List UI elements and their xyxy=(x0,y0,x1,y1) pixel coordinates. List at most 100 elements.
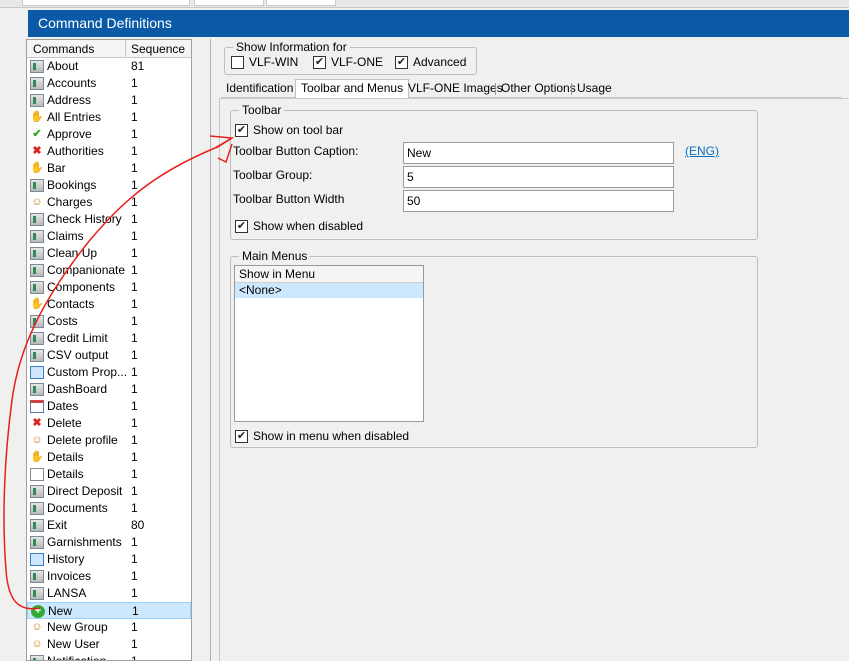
command-row[interactable]: Check History 1 xyxy=(27,211,191,228)
command-sequence: 1 xyxy=(131,348,138,362)
language-link[interactable]: (ENG) xyxy=(685,144,719,158)
command-row[interactable]: Garnishments 1 xyxy=(27,534,191,551)
toolbar-group-input[interactable]: 5 xyxy=(403,166,674,188)
command-row[interactable]: Claims 1 xyxy=(27,228,191,245)
tab-toolbar-and-menus[interactable]: Toolbar and Menus xyxy=(295,79,410,98)
command-icon xyxy=(30,655,44,660)
advanced-label: Advanced xyxy=(413,55,467,69)
command-row[interactable]: About 81 xyxy=(27,58,191,75)
command-row[interactable]: Bookings 1 xyxy=(27,177,191,194)
command-name: Claims xyxy=(47,229,84,243)
new-icon: + xyxy=(31,605,45,618)
command-icon xyxy=(30,519,44,532)
column-header-sequence[interactable]: Sequence xyxy=(127,40,191,58)
command-row[interactable]: ✖ Delete 1 xyxy=(27,415,191,432)
command-row[interactable]: + New 1 xyxy=(27,602,191,619)
command-name: Details xyxy=(47,467,84,481)
command-row[interactable]: History 1 xyxy=(27,551,191,568)
tab-other-options[interactable]: Other Options xyxy=(496,80,581,98)
command-row[interactable]: ✋ Bar 1 xyxy=(27,160,191,177)
command-row[interactable]: Invoices 1 xyxy=(27,568,191,585)
command-row[interactable]: Exit 80 xyxy=(27,517,191,534)
main-menus-list[interactable]: Show in Menu <None> xyxy=(234,265,424,422)
command-icon xyxy=(30,536,44,549)
show-info-group: Show Information for VLF-WIN ✔ VLF-ONE ✔… xyxy=(224,40,477,75)
advanced-checkbox[interactable]: ✔ Advanced xyxy=(395,55,466,69)
command-details-panel: Show Information for VLF-WIN ✔ VLF-ONE ✔… xyxy=(210,39,849,661)
show-on-toolbar-checkbox[interactable]: ✔ Show on tool bar xyxy=(235,123,343,137)
command-row[interactable]: ✖ Authorities 1 xyxy=(27,143,191,160)
main-menus-list-item[interactable]: <None> xyxy=(235,283,423,298)
hand-icon: ✋ xyxy=(30,111,44,123)
commands-list[interactable]: About 81 Accounts 1 Address 1 ✋ All Entries 1 ✔ Ap… xyxy=(27,58,191,660)
command-name: Direct Deposit xyxy=(47,484,123,498)
toolbar-group-label: Toolbar Group: xyxy=(233,168,313,182)
show-info-legend: Show Information for xyxy=(233,40,350,54)
command-row[interactable]: ☺ New Group 1 xyxy=(27,619,191,636)
command-row[interactable]: ✔ Approve 1 xyxy=(27,126,191,143)
command-row[interactable]: Costs 1 xyxy=(27,313,191,330)
command-name: Dates xyxy=(47,399,79,413)
command-icon xyxy=(30,570,44,583)
main-menus-list-header[interactable]: Show in Menu xyxy=(235,266,423,283)
command-sequence: 1 xyxy=(131,450,138,464)
command-row[interactable]: Direct Deposit 1 xyxy=(27,483,191,500)
vlf-one-checkbox[interactable]: ✔ VLF-ONE xyxy=(313,55,383,69)
toolbar-caption-input[interactable]: New xyxy=(403,142,674,164)
command-sequence: 1 xyxy=(132,604,139,618)
command-row[interactable]: ✋ Contacts 1 xyxy=(27,296,191,313)
users-icon: ☺ xyxy=(31,621,43,633)
command-row[interactable]: ☺ Delete profile 1 xyxy=(27,432,191,449)
command-row[interactable]: ✋ Details 1 xyxy=(27,449,191,466)
vlf-win-checkbox-box[interactable] xyxy=(231,55,244,69)
users-icon: ☺ xyxy=(31,434,43,446)
command-sequence: 81 xyxy=(131,59,145,73)
command-row[interactable]: Custom Prop... 1 xyxy=(27,364,191,381)
toolbar-group: Toolbar ✔ Show on tool bar Toolbar Butto… xyxy=(230,103,758,240)
command-icon xyxy=(30,94,44,107)
tab-vlf-one-images[interactable]: VLF-ONE Images xyxy=(403,80,508,98)
command-row[interactable]: ☺ Charges 1 xyxy=(27,194,191,211)
command-row[interactable]: Clean Up 1 xyxy=(27,245,191,262)
show-when-disabled-checkbox[interactable]: ✔ Show when disabled xyxy=(235,219,363,233)
top-tab-2[interactable] xyxy=(194,0,264,6)
command-row[interactable]: Documents 1 xyxy=(27,500,191,517)
vlf-win-checkbox[interactable]: VLF-WIN xyxy=(231,55,298,69)
top-tab-1[interactable] xyxy=(22,0,190,6)
command-row[interactable]: Address 1 xyxy=(27,92,191,109)
command-sequence: 1 xyxy=(131,127,138,141)
command-row[interactable]: ☺ New User 1 xyxy=(27,636,191,653)
command-row[interactable]: ✋ All Entries 1 xyxy=(27,109,191,126)
toolbar-legend: Toolbar xyxy=(239,103,285,117)
command-sequence: 1 xyxy=(131,535,138,549)
show-in-menu-disabled-checkbox-box[interactable]: ✔ xyxy=(235,429,248,443)
command-row[interactable]: Details 1 xyxy=(27,466,191,483)
panel-splitter[interactable] xyxy=(192,39,210,661)
show-in-menu-disabled-checkbox[interactable]: ✔ Show in menu when disabled xyxy=(235,429,409,443)
x-icon: ✖ xyxy=(32,417,42,429)
show-on-toolbar-label: Show on tool bar xyxy=(253,123,344,137)
command-row[interactable]: Components 1 xyxy=(27,279,191,296)
command-sequence: 1 xyxy=(131,161,138,175)
commands-list-panel[interactable]: Commands Sequence About 81 Accounts 1 Addres… xyxy=(26,39,192,661)
tab-usage[interactable]: Usage xyxy=(572,80,617,98)
advanced-checkbox-box[interactable]: ✔ xyxy=(395,55,408,69)
column-header-commands[interactable]: Commands xyxy=(27,40,126,58)
show-when-disabled-checkbox-box[interactable]: ✔ xyxy=(235,219,248,233)
top-tab-3[interactable] xyxy=(266,0,336,6)
command-row[interactable]: Accounts 1 xyxy=(27,75,191,92)
show-in-menu-disabled-label: Show in menu when disabled xyxy=(253,429,410,443)
command-icon xyxy=(30,230,44,243)
command-name: CSV output xyxy=(47,348,109,362)
show-on-toolbar-checkbox-box[interactable]: ✔ xyxy=(235,123,248,137)
command-row[interactable]: CSV output 1 xyxy=(27,347,191,364)
command-row[interactable]: Credit Limit 1 xyxy=(27,330,191,347)
command-row[interactable]: DashBoard 1 xyxy=(27,381,191,398)
command-row[interactable]: LANSA 1 xyxy=(27,585,191,602)
command-row[interactable]: Companionate 1 xyxy=(27,262,191,279)
toolbar-width-input[interactable]: 50 xyxy=(403,190,674,212)
vlf-one-checkbox-box[interactable]: ✔ xyxy=(313,55,326,69)
command-row[interactable]: Dates 1 xyxy=(27,398,191,415)
tab-identification[interactable]: Identification xyxy=(221,80,298,98)
command-row[interactable]: Notification 1 xyxy=(27,653,191,660)
